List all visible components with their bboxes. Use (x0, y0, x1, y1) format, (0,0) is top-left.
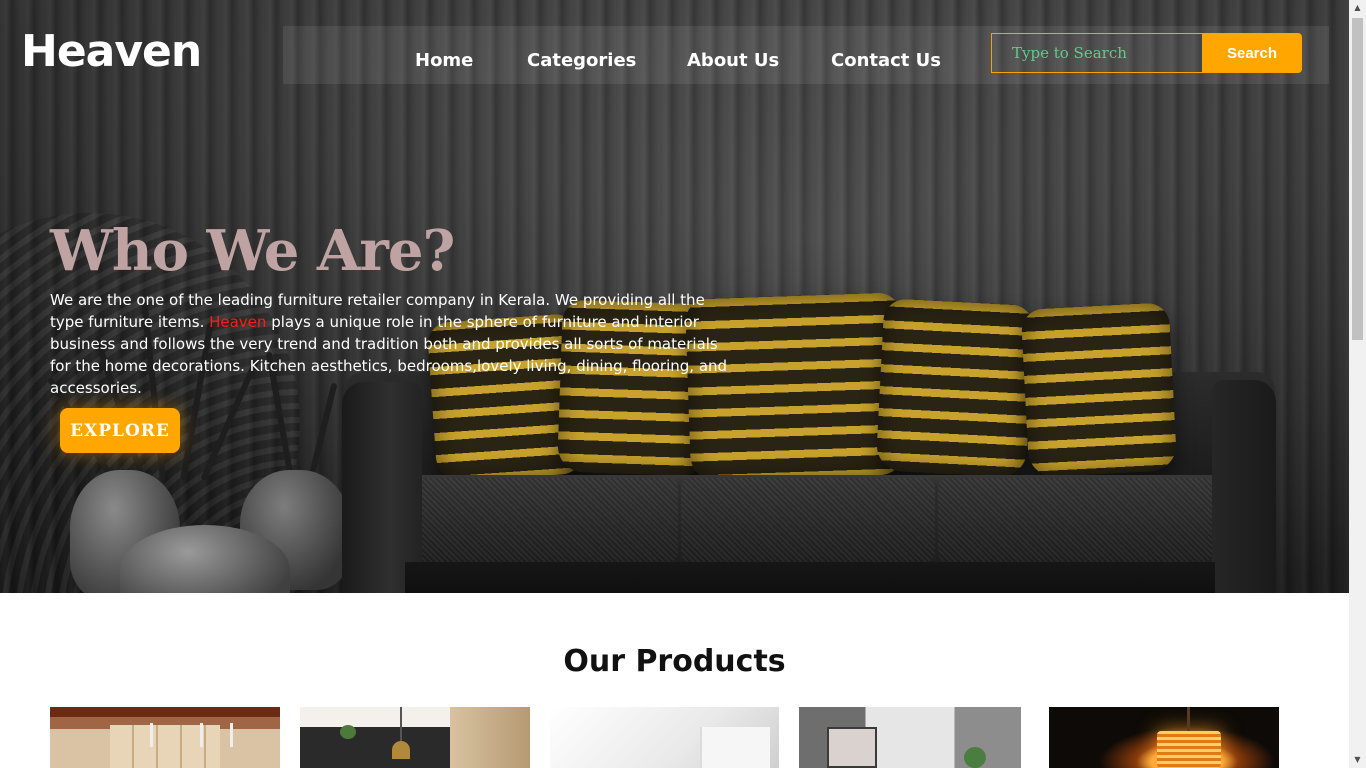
pendant-lamp (150, 723, 153, 747)
pendant-lamp (392, 741, 410, 759)
plant (964, 747, 986, 768)
explore-button[interactable]: EXPLORE (60, 408, 180, 453)
hero-description: We are the one of the leading furniture … (50, 289, 740, 399)
sofa-base (405, 562, 1215, 593)
product-card[interactable] (799, 707, 1021, 768)
product-card[interactable] (50, 707, 280, 768)
nav-about-us[interactable]: About Us (687, 50, 779, 71)
site-logo[interactable]: Heaven (21, 26, 202, 77)
search-input[interactable] (991, 33, 1203, 73)
scrollbar-thumb[interactable] (1352, 18, 1363, 340)
lamp-cord (1187, 707, 1190, 731)
striped-pillow (1020, 302, 1178, 478)
scroll-up-arrow-icon[interactable]: ▲ (1352, 2, 1363, 14)
search-button[interactable]: Search (1202, 33, 1302, 73)
nav-contact-us[interactable]: Contact Us (831, 50, 941, 71)
nav-home[interactable]: Home (415, 50, 473, 71)
seat-cushion (938, 478, 1213, 562)
sofa-arm (1212, 380, 1276, 593)
products-title: Our Products (563, 644, 786, 679)
product-image (110, 725, 220, 768)
nav-categories[interactable]: Categories (527, 50, 636, 71)
hero-title: Who We Are? (50, 218, 455, 284)
seat-cushion (681, 478, 935, 562)
shelf-plant (340, 725, 356, 739)
product-card[interactable] (300, 707, 530, 768)
pendant-lamp (1157, 731, 1221, 768)
pendant-lamp (230, 723, 233, 747)
striped-pillow (875, 298, 1035, 478)
product-image (450, 707, 530, 768)
wall-frame (827, 727, 877, 768)
pendant-lamp (200, 723, 203, 747)
pendant-lamp (400, 707, 402, 743)
seat-cushion (408, 478, 678, 562)
scroll-down-arrow-icon[interactable]: ▼ (1352, 754, 1363, 766)
window (700, 727, 770, 768)
product-card[interactable] (550, 707, 779, 768)
product-card[interactable] (1049, 707, 1279, 768)
hero-brand-highlight: Heaven (209, 313, 267, 331)
